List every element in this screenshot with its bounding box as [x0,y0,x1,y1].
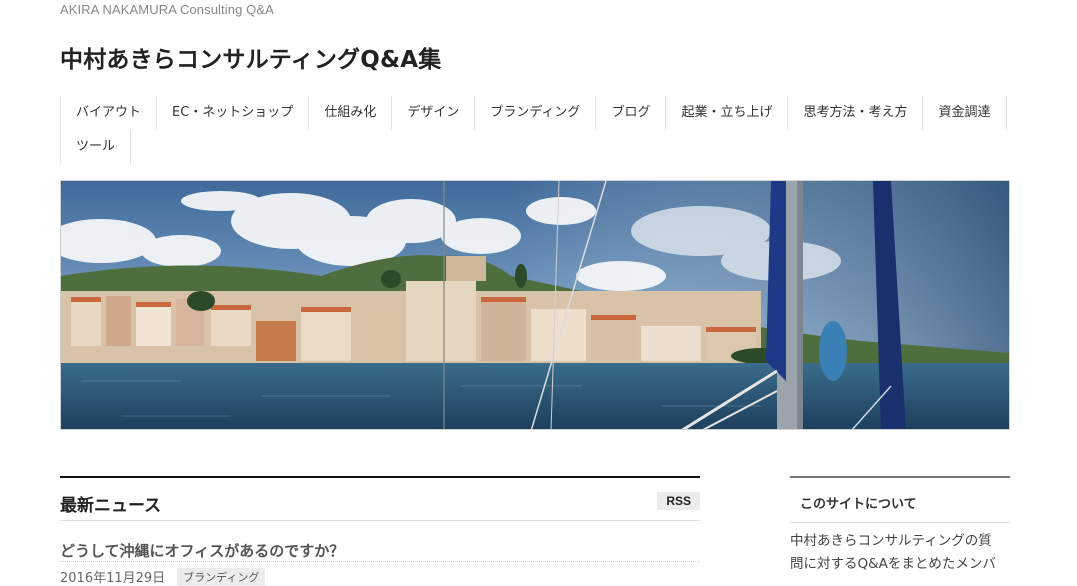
nav-item-startup[interactable]: 起業・立ち上げ [665,96,789,130]
nav-item-systemization[interactable]: 仕組み化 [308,96,393,130]
post-title-link[interactable]: どうして沖縄にオフィスがあるのですか？ [60,540,344,561]
nav-item-tools[interactable]: ツール [60,130,132,164]
site-title[interactable]: 中村あきらコンサルティングQ&A集 [60,40,441,74]
post-date: 2016年11月29日 [60,571,166,586]
post-category-tag[interactable]: ブランディング [177,567,266,586]
sidebar-about-header: このサイトについて [790,476,1010,523]
nav-row-1: バイアウト EC・ネットショップ 仕組み化 デザイン ブランディング ブログ 起… [60,96,1020,130]
harbor-panorama-illustration [61,181,1009,429]
sidebar-about-line-1: 中村あきらコンサルティングの質 [790,533,992,549]
main-navigation: バイアウト EC・ネットショップ 仕組み化 デザイン ブランディング ブログ 起… [60,96,1020,164]
nav-item-blog[interactable]: ブログ [595,96,667,130]
nav-item-thinking[interactable]: 思考方法・考え方 [787,96,924,130]
nav-item-ec-netshop[interactable]: EC・ネットショップ [156,96,310,130]
sidebar-about-line-2: 問に対するQ&Aをまとめたメンバ [790,556,996,572]
latest-news-header: 最新ニュース RSS [60,476,700,521]
post-meta: 2016年11月29日 ブランディング [60,567,266,586]
sidebar-about-title: このサイトについて [800,497,917,512]
nav-item-buyout[interactable]: バイアウト [60,96,158,130]
latest-news-title: 最新ニュース [60,496,162,516]
site-tagline: AKIRA NAKAMURA Consulting Q&A [60,2,274,17]
nav-item-design[interactable]: デザイン [391,96,476,130]
nav-row-2: ツール [60,130,1020,164]
header-image [60,180,1010,430]
rss-button[interactable]: RSS [657,492,700,510]
post-divider [60,561,700,562]
nav-item-funding[interactable]: 資金調達 [922,96,1007,130]
nav-item-branding[interactable]: ブランディング [474,96,597,130]
sidebar-about-text: 中村あきらコンサルティングの質 問に対するQ&Aをまとめたメンバ [790,530,1012,576]
